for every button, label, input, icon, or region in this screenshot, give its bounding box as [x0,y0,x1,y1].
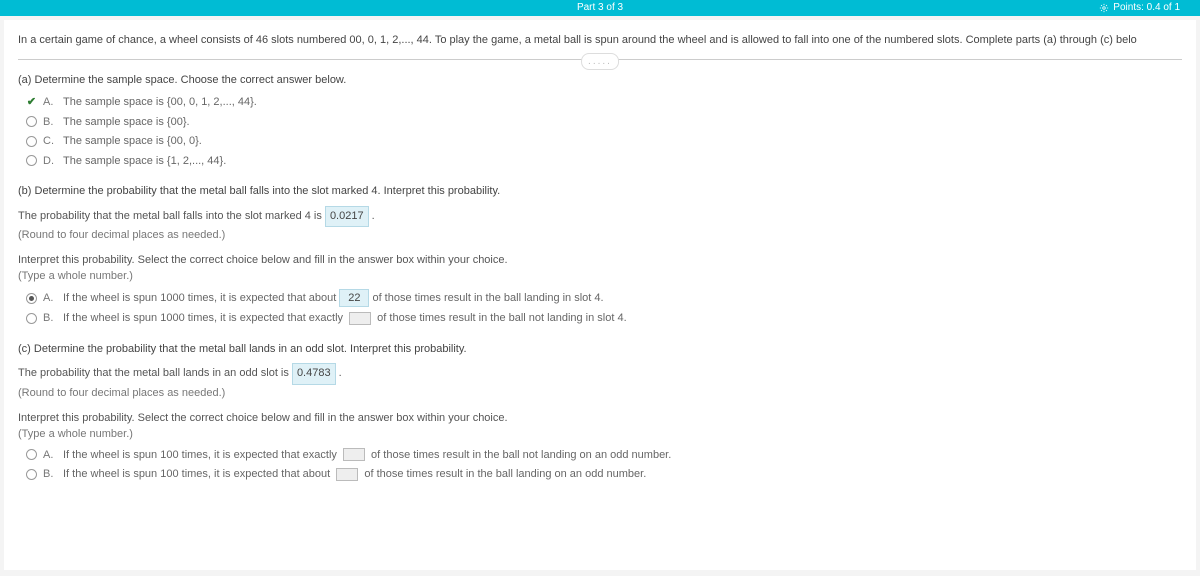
opt-post: of those times result in the ball not la… [371,449,671,461]
part-a-option-d[interactable]: D. The sample space is {1, 2,..., 44}. [26,153,1182,170]
option-letter: D. [43,153,57,170]
prob-post: . [339,367,342,379]
option-letter: B. [43,466,57,483]
opt-pre: If the wheel is spun 1000 times, it is e… [63,292,339,304]
probability-input[interactable]: 0.0217 [325,206,369,228]
option-text: If the wheel is spun 100 times, it is ex… [63,447,671,464]
radio-icon [26,155,37,166]
question-intro: In a certain game of chance, a wheel con… [18,32,1182,49]
points-label: Points: 0.4 of 1 [1113,0,1180,15]
radio-icon [26,136,37,147]
interpretation-input[interactable]: 22 [339,289,369,308]
option-letter: A. [43,447,57,464]
option-letter: C. [43,133,57,150]
part-b-option-b[interactable]: B. If the wheel is spun 1000 times, it i… [26,310,1182,327]
option-text: If the wheel is spun 1000 times, it is e… [63,289,604,308]
option-text: The sample space is {00}. [63,114,190,131]
empty-input[interactable] [336,468,358,481]
radio-icon [26,469,37,480]
option-text: The sample space is {00, 0}. [63,133,202,150]
part-c-option-a[interactable]: A. If the wheel is spun 100 times, it is… [26,447,1182,464]
prob-pre: The probability that the metal ball land… [18,367,292,379]
option-letter: B. [43,114,57,131]
prob-pre: The probability that the metal ball fall… [18,210,325,222]
type-hint: (Type a whole number.) [18,426,1182,443]
radio-icon [26,293,37,304]
opt-post: of those times result in the ball landin… [372,292,603,304]
gear-icon [1099,3,1109,13]
part-b-option-a[interactable]: A. If the wheel is spun 1000 times, it i… [26,289,1182,308]
option-letter: B. [43,310,57,327]
part-c-option-b[interactable]: B. If the wheel is spun 100 times, it is… [26,466,1182,483]
round-hint: (Round to four decimal places as needed.… [18,385,1182,402]
opt-pre: If the wheel is spun 100 times, it is ex… [63,468,333,480]
round-hint: (Round to four decimal places as needed.… [18,227,1182,244]
option-text: If the wheel is spun 1000 times, it is e… [63,310,627,327]
part-b-interpret: Interpret this probability. Select the c… [18,252,1182,269]
opt-pre: If the wheel is spun 1000 times, it is e… [63,312,346,324]
radio-icon [26,313,37,324]
empty-input[interactable] [343,448,365,461]
option-text: If the wheel is spun 100 times, it is ex… [63,466,646,483]
option-text: The sample space is {00, 0, 1, 2,..., 44… [63,94,257,111]
question-header: Part 3 of 3 Points: 0.4 of 1 [0,0,1200,16]
opt-post: of those times result in the ball landin… [364,468,646,480]
option-text: The sample space is {1, 2,..., 44}. [63,153,226,170]
part-c-prompt: (c) Determine the probability that the m… [18,341,1182,358]
check-icon: ✔ [26,97,37,108]
part-a-prompt: (a) Determine the sample space. Choose t… [18,72,1182,89]
opt-pre: If the wheel is spun 100 times, it is ex… [63,449,340,461]
opt-post: of those times result in the ball not la… [377,312,626,324]
part-a-option-b[interactable]: B. The sample space is {00}. [26,114,1182,131]
divider-dots-icon: ..... [581,53,619,70]
part-b-prompt: (b) Determine the probability that the m… [18,183,1182,200]
empty-input[interactable] [349,312,371,325]
radio-icon [26,116,37,127]
part-a-option-a[interactable]: ✔ A. The sample space is {00, 0, 1, 2,..… [26,94,1182,111]
option-letter: A. [43,94,57,111]
part-c: (c) Determine the probability that the m… [18,341,1182,483]
option-letter: A. [43,290,57,307]
prob-post: . [372,210,375,222]
part-b-probability-line: The probability that the metal ball fall… [18,206,1182,228]
part-a: (a) Determine the sample space. Choose t… [18,72,1182,170]
radio-icon [26,449,37,460]
question-body: In a certain game of chance, a wheel con… [4,20,1196,570]
part-c-interpret: Interpret this probability. Select the c… [18,410,1182,427]
part-c-probability-line: The probability that the metal ball land… [18,363,1182,385]
part-indicator: Part 3 of 3 [577,0,623,15]
probability-input[interactable]: 0.4783 [292,363,336,385]
type-hint: (Type a whole number.) [18,268,1182,285]
part-a-option-c[interactable]: C. The sample space is {00, 0}. [26,133,1182,150]
part-b: (b) Determine the probability that the m… [18,183,1182,327]
